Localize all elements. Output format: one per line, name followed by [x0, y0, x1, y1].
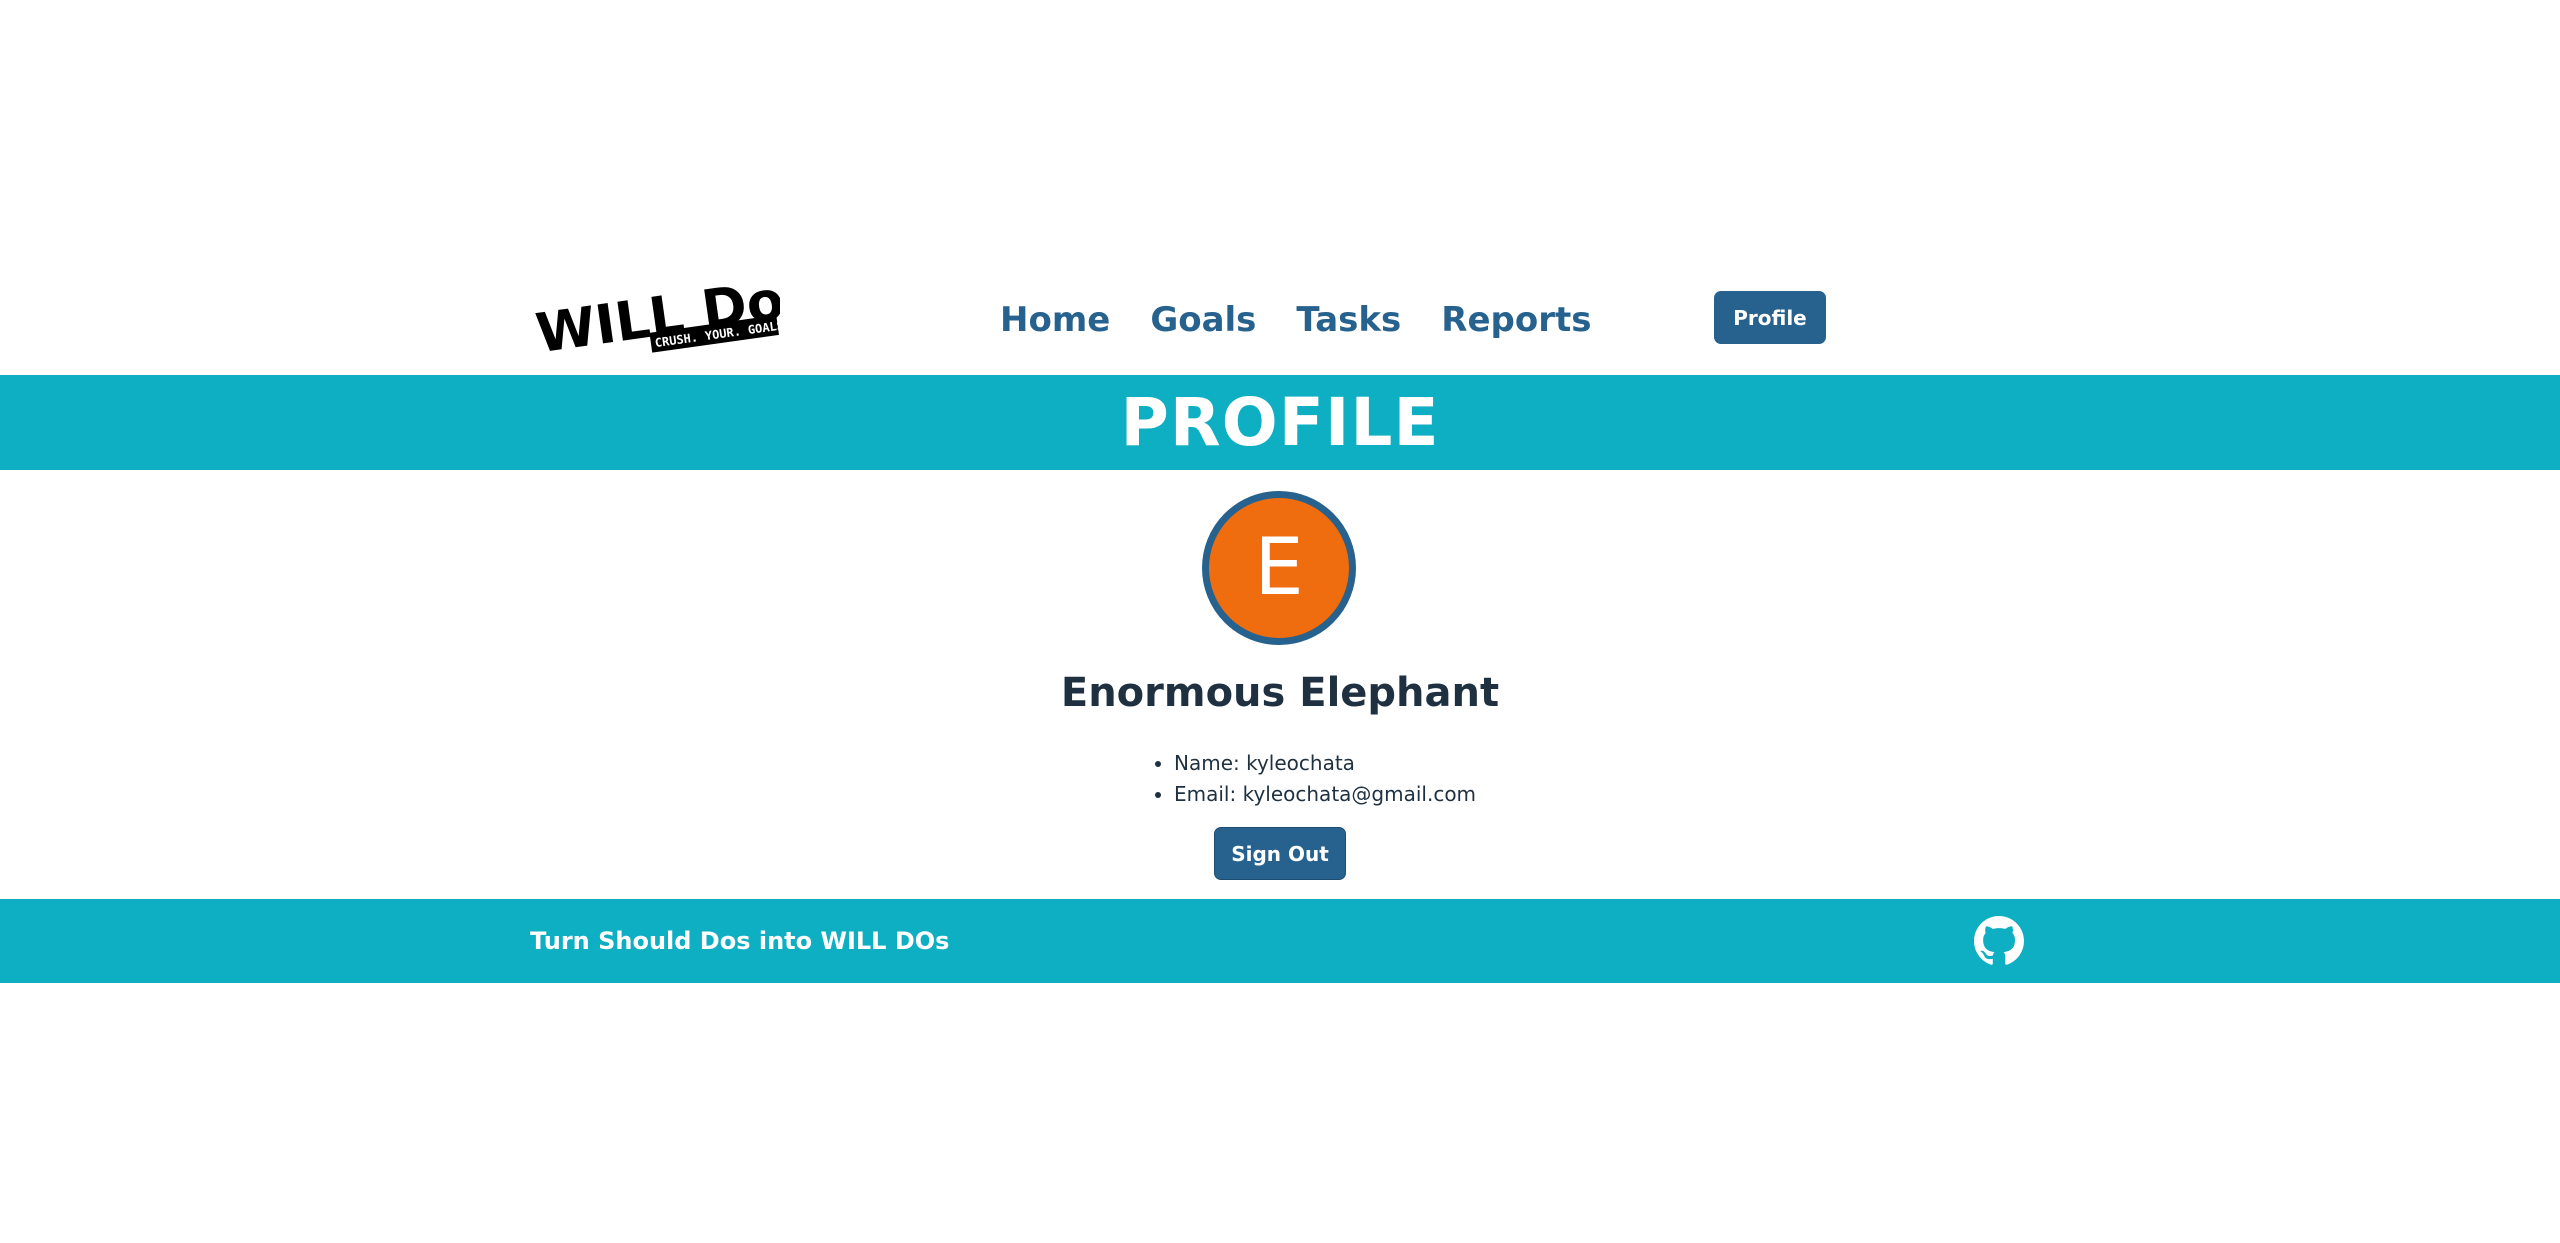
- sign-out-button[interactable]: Sign Out: [1214, 827, 1346, 880]
- main-nav: Home Goals Tasks Reports: [1000, 300, 1591, 340]
- profile-details-list: Name: kyleochata Email: kyleochata@gmail…: [1150, 748, 1476, 810]
- github-icon[interactable]: [1974, 916, 2024, 966]
- nav-tasks[interactable]: Tasks: [1296, 300, 1401, 340]
- profile-display-name: Enormous Elephant: [1060, 670, 1500, 716]
- site-footer: Turn Should Dos into WILL DOs: [0, 899, 2560, 983]
- profile-name-item: Name: kyleochata: [1174, 748, 1476, 779]
- nav-reports[interactable]: Reports: [1441, 300, 1591, 340]
- nav-home[interactable]: Home: [1000, 300, 1110, 340]
- page-title: PROFILE: [1120, 384, 1440, 461]
- will-do-logo[interactable]: WILL Do CRUSH. YOUR. GOALS.: [530, 282, 780, 362]
- nav-goals[interactable]: Goals: [1150, 300, 1256, 340]
- footer-tagline: Turn Should Dos into WILL DOs: [530, 927, 950, 955]
- profile-button[interactable]: Profile: [1714, 291, 1826, 344]
- avatar-initial: E: [1254, 523, 1304, 613]
- profile-email-item: Email: kyleochata@gmail.com: [1174, 779, 1476, 810]
- avatar: E: [1202, 491, 1356, 645]
- site-header: WILL Do CRUSH. YOUR. GOALS. Home Goals T…: [0, 270, 2560, 375]
- page-banner: PROFILE: [0, 375, 2560, 470]
